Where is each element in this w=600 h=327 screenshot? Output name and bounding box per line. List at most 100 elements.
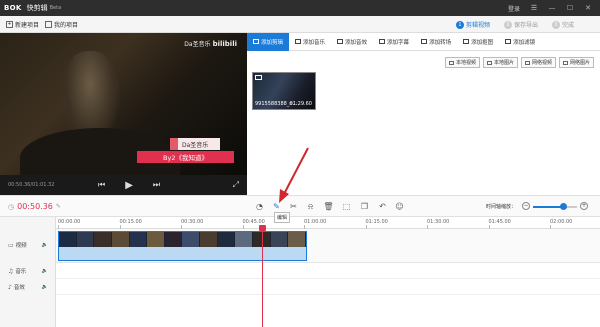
zoom-in-icon[interactable]: + — [580, 202, 588, 210]
edit-pencil-icon[interactable]: ✎ — [271, 201, 282, 212]
volume-icon[interactable]: 🔈 — [42, 242, 48, 248]
app-name: 快剪辑 — [26, 4, 48, 12]
timeline: 00:00.00 00:15.00 00:30.00 00:45.00 01:00.00… — [0, 217, 600, 327]
video-icon — [255, 75, 262, 80]
time-ruler[interactable]: 00:00.00 00:15.00 00:30.00 00:45.00 01:00.00… — [56, 217, 600, 229]
local-image-button[interactable]: 本地图片 — [482, 57, 518, 68]
zoom-slider[interactable] — [533, 203, 577, 210]
clip-frame — [164, 232, 183, 247]
media-buttons: 本地视频 本地图片 网络视频 网络图片 — [442, 57, 594, 68]
effects-track — [56, 279, 600, 295]
menu-icon[interactable]: ☰ — [528, 2, 540, 14]
speed-icon[interactable]: ◔ — [254, 201, 265, 212]
subtitle-large: By2《我知道》 — [137, 151, 234, 163]
media-thumbnail[interactable]: 9915588388_n... 01:29.60 — [252, 72, 316, 110]
lane-video-label: 视频 — [15, 243, 27, 249]
clip-frame — [217, 232, 236, 247]
clip-frame — [76, 232, 95, 247]
step-label: 完成 — [561, 22, 574, 29]
login-link[interactable]: 登录 — [508, 4, 520, 13]
ruler-tick: 00:15.00 — [119, 219, 142, 229]
title-bar: BOK 快剪辑 Beta 登录 ☰ — ☐ ✕ — [0, 0, 600, 16]
video-track-icon: ▭ — [8, 241, 14, 249]
music-track — [56, 263, 600, 279]
zoom-slider-knob[interactable] — [560, 203, 568, 210]
local-video-button[interactable]: 本地视频 — [444, 57, 480, 68]
my-projects-button[interactable]: 我的项目 — [45, 20, 78, 29]
playhead[interactable] — [262, 227, 263, 327]
folder-icon — [45, 20, 53, 28]
clip-frame — [129, 232, 148, 247]
maximize-icon[interactable]: ☐ — [564, 2, 576, 14]
project-toolbar: + 新建项目 我的项目 1 剪辑视频 2 保存导出 3 完成 — [0, 16, 600, 33]
my-projects-label: 我的项目 — [54, 21, 79, 29]
clip-frame — [270, 232, 289, 247]
tab-add-music[interactable]: 添加音乐 — [289, 33, 331, 51]
crop-icon[interactable]: ⬚ — [341, 201, 352, 212]
clip-frame — [59, 232, 77, 247]
scissors-icon[interactable]: ✂ — [288, 201, 299, 212]
clip-frame — [182, 232, 201, 247]
clip-frame — [111, 232, 130, 247]
music-icon — [295, 39, 302, 44]
video-icon — [253, 39, 259, 44]
tab-add-sound[interactable]: 添加音效 — [331, 33, 373, 51]
image-icon — [562, 60, 568, 65]
video-preview: Da圣音乐 bilibili Da圣音乐 By2《我知道》 00:50.36/01… — [0, 33, 247, 195]
subtitle-small: Da圣音乐 — [170, 138, 220, 150]
fullscreen-icon[interactable]: ⤢ — [233, 180, 239, 190]
clock-icon: ◷ — [8, 202, 15, 211]
plus-icon: + — [6, 20, 13, 28]
image-icon — [486, 60, 492, 65]
preview-watermark: Da圣音乐 bilibili — [184, 40, 237, 48]
new-project-button[interactable]: + 新建项目 — [6, 20, 39, 29]
web-image-button[interactable]: 网络图片 — [558, 57, 594, 68]
edit-toolbar: ◷ 00:50.36 ✎ ◔ ✎ ✂ ⍾ 🗑 ⬚ ❐ ↶ ☺ 时间轴缩放： − … — [0, 195, 600, 217]
volume-icon[interactable]: 🔈 — [42, 268, 48, 274]
clip-frame — [235, 232, 254, 247]
lane-effects-label: 音效 — [13, 285, 25, 291]
play-icon[interactable]: ▶ — [125, 180, 133, 191]
zoom-label: 时间轴缩放： — [486, 204, 517, 210]
filter-icon — [505, 39, 512, 44]
minimize-icon[interactable]: — — [546, 2, 558, 14]
edit-time-icon[interactable]: ✎ — [56, 203, 61, 210]
web-video-button[interactable]: 网络视频 — [520, 57, 556, 68]
delete-icon[interactable]: 🗑 — [323, 201, 334, 212]
tab-add-filter[interactable]: 添加滤镜 — [499, 33, 541, 51]
new-project-label: 新建项目 — [15, 21, 40, 29]
ruler-tick: 00:00.00 — [58, 219, 81, 229]
close-icon[interactable]: ✕ — [582, 2, 594, 14]
next-icon[interactable]: ⏭ — [153, 180, 160, 190]
volume-icon[interactable]: 🔈 — [42, 284, 48, 290]
sticker-icon[interactable]: ☺ — [394, 201, 405, 212]
ruler-tick: 01:30.00 — [427, 219, 450, 229]
tab-add-clip[interactable]: 添加剪辑 — [247, 32, 290, 51]
copy-icon[interactable]: ❐ — [359, 201, 370, 212]
clip-frame — [200, 232, 218, 247]
edit-tooltip: 编辑 — [274, 212, 291, 223]
previous-icon[interactable]: ⏮ — [98, 180, 105, 190]
step-label: 保存导出 — [513, 22, 538, 29]
ruler-tick: 00:30.00 — [181, 219, 204, 229]
sound-effect-icon: ♪ — [8, 283, 12, 291]
lane-video: ▭ 视频 🔈 — [0, 237, 56, 253]
tab-add-transition[interactable]: 添加转场 — [415, 33, 457, 51]
feature-tabs: 添加剪辑 添加音乐 添加音效 添加字幕 添加转场 添加抠图 添加滤镜 — [247, 32, 600, 51]
current-time: ◷ 00:50.36 ✎ — [8, 202, 61, 211]
tab-add-cutout[interactable]: 添加抠图 — [457, 33, 499, 51]
video-clip[interactable] — [58, 231, 307, 261]
bell-icon[interactable]: ⍾ — [305, 201, 316, 212]
tab-add-subtitle[interactable]: 添加字幕 — [373, 33, 415, 51]
undo-icon[interactable]: ↶ — [377, 201, 388, 212]
player-time: 00:50.36/01:01.32 — [8, 182, 55, 188]
step-label: 剪辑视频 — [465, 22, 490, 29]
step-number: 1 — [455, 20, 464, 29]
beta-label: Beta — [49, 5, 62, 11]
lane-effects: ♪ 音效 🔈 — [0, 279, 56, 295]
zoom-out-icon[interactable]: − — [522, 202, 530, 210]
lane-music-label: 音乐 — [15, 269, 27, 275]
step-indicator: 1 剪辑视频 2 保存导出 3 完成 — [442, 16, 574, 33]
clip-frames — [59, 232, 306, 247]
app-logo: BOK — [4, 4, 22, 12]
